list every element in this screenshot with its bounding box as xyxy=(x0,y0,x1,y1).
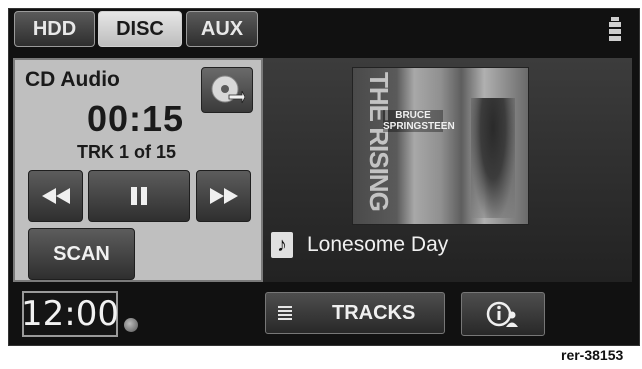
reference-code: rer-38153 xyxy=(561,347,624,363)
album-art: THE RISING BRUCE SPRINGSTEEN xyxy=(352,67,529,225)
elapsed-time: 00:15 xyxy=(87,98,185,139)
album-art-figure xyxy=(471,98,515,218)
tab-aux[interactable]: AUX xyxy=(186,11,258,47)
fast-forward-icon xyxy=(209,188,238,204)
eject-icon xyxy=(211,75,245,104)
eject-button[interactable] xyxy=(201,67,253,113)
info-icon xyxy=(486,301,518,327)
pause-icon xyxy=(131,187,147,205)
fast-forward-button[interactable] xyxy=(196,170,251,222)
song-title: Lonesome Day xyxy=(307,233,449,256)
satellite-icon xyxy=(124,318,138,332)
source-name: CD Audio xyxy=(25,68,120,91)
track-counter: TRK 1 of 15 xyxy=(77,142,177,162)
clock-display[interactable]: 12:00 xyxy=(21,291,119,337)
tracks-label: TRACKS xyxy=(332,301,416,324)
album-art-artist: BRUCE SPRINGSTEEN xyxy=(383,110,455,132)
player-panel: CD Audio 00:15 TRK 1 of 15 SCAN xyxy=(13,58,263,282)
list-icon xyxy=(278,306,292,320)
tab-disc[interactable]: DISC xyxy=(98,11,182,47)
scan-button[interactable]: SCAN xyxy=(28,228,135,280)
tab-hdd[interactable]: HDD xyxy=(14,11,95,47)
rewind-icon xyxy=(41,188,70,204)
music-note-icon: ♪ xyxy=(271,232,293,258)
info-button[interactable] xyxy=(461,292,545,336)
pause-button[interactable] xyxy=(88,170,190,222)
tracks-button[interactable]: TRACKS xyxy=(265,292,445,334)
album-art-title: THE RISING xyxy=(364,72,394,211)
rewind-button[interactable] xyxy=(28,170,83,222)
settings-icon[interactable] xyxy=(608,17,622,43)
